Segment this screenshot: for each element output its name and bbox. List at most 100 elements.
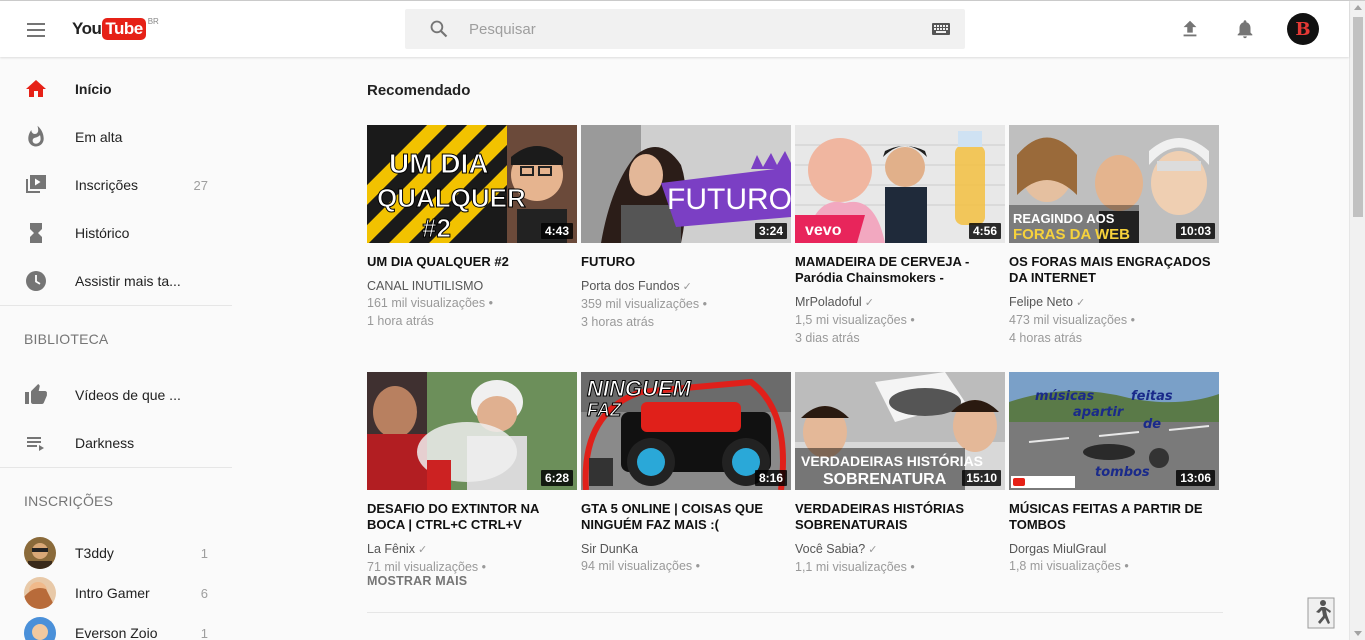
thumbnail-text: tombos — [1095, 465, 1150, 480]
video-thumbnail[interactable]: VERDADEIRAS HISTÓRIAS SOBRENATURA 15:10 — [795, 372, 1005, 490]
channel-name[interactable]: MrPoladoful ✓ — [795, 294, 1005, 311]
main-content: Recomendado UM DIA QUALQUER #2 4:43 UM D… — [232, 57, 1349, 640]
home-icon — [26, 80, 46, 97]
video-age: 3 horas atrás — [581, 315, 654, 329]
video-thumbnail[interactable]: FUTURO 3:24 — [581, 125, 791, 243]
video-age: 4 horas atrás — [1009, 331, 1082, 345]
thumbnail-text: músicas — [1035, 389, 1094, 404]
scroll-up-arrow-icon[interactable] — [1354, 5, 1362, 10]
guide-menu-icon[interactable] — [24, 18, 48, 42]
verified-check-icon: ✓ — [1075, 297, 1086, 309]
sidebar-item-watch-later[interactable]: Assistir mais ta... — [0, 257, 232, 305]
search-input[interactable] — [469, 9, 909, 49]
video-title[interactable]: GTA 5 ONLINE | COISAS QUE NINGUÉM FAZ MA… — [581, 501, 791, 533]
account-avatar[interactable]: B — [1287, 13, 1319, 45]
subscriptions-heading: INSCRIÇÕES — [24, 493, 114, 509]
channel-name[interactable]: Você Sabia? ✓ — [795, 541, 1005, 558]
sidebar-item-home[interactable]: Início — [0, 65, 232, 113]
video-title[interactable]: MÚSICAS FEITAS A PARTIR DE TOMBOS — [1009, 501, 1219, 533]
verified-check-icon: ✓ — [417, 544, 428, 556]
video-thumbnail[interactable]: músicas feitas apartir de tombos 13:06 — [1009, 372, 1219, 490]
video-thumbnail[interactable]: 6:28 — [367, 372, 577, 490]
video-card[interactable]: REAGINDO AOS FORAS DA WEB 10:03 OS FORAS… — [1009, 125, 1219, 347]
video-thumbnail[interactable]: UM DIA QUALQUER #2 4:43 — [367, 125, 577, 243]
trending-flame-icon — [28, 125, 44, 147]
video-card[interactable]: UM DIA QUALQUER #2 4:43 UM DIA QUALQUER … — [367, 125, 577, 330]
vevo-logo: vevo — [805, 222, 842, 239]
video-title[interactable]: OS FORAS MAIS ENGRAÇADOS DA INTERNET — [1009, 254, 1219, 286]
channel-name[interactable]: CANAL INUTILISMO — [367, 278, 577, 294]
video-views: 1,5 mi visualizações • — [795, 313, 915, 327]
video-thumbnail[interactable]: NINGUEM FAZ 8:16 — [581, 372, 791, 490]
thumbnail-text: #2 — [422, 213, 451, 243]
channel-name[interactable]: Sir DunKa — [581, 541, 791, 557]
sidebar-item-liked-videos[interactable]: Vídeos de que ... — [0, 371, 232, 419]
sidebar-subscription-everson-zoio[interactable]: Everson Zoio 1 — [0, 609, 232, 640]
channel-avatar — [24, 577, 56, 609]
video-card[interactable]: 6:28 DESAFIO DO EXTINTOR NA BOCA | CTRL+… — [367, 372, 577, 576]
channel-avatar — [24, 617, 56, 640]
video-title[interactable]: UM DIA QUALQUER #2 — [367, 254, 577, 270]
sidebar-item-history[interactable]: Histórico — [0, 209, 232, 257]
thumbnail-text: de — [1143, 417, 1161, 432]
scroll-down-arrow-icon[interactable] — [1354, 631, 1362, 636]
search-icon[interactable] — [429, 19, 449, 39]
video-duration: 4:56 — [968, 223, 1001, 239]
exit-running-man-icon[interactable] — [1306, 596, 1336, 630]
video-title[interactable]: DESAFIO DO EXTINTOR NA BOCA | CTRL+C CTR… — [367, 501, 577, 533]
show-more-button[interactable]: MOSTRAR MAIS — [367, 574, 467, 588]
video-duration: 4:43 — [540, 223, 573, 239]
channel-name[interactable]: Porta dos Fundos ✓ — [581, 278, 791, 295]
masthead: You Tube BR B — [0, 1, 1349, 57]
watch-later-clock-icon — [26, 271, 46, 291]
video-card[interactable]: vevo 4:56 MAMADEIRA DE CERVEJA - Paródia… — [795, 125, 1005, 347]
video-views: 161 mil visualizações • — [367, 296, 493, 310]
subscriptions-icon — [26, 175, 46, 193]
video-views: 94 mil visualizações • — [581, 559, 701, 573]
sidebar-divider — [0, 467, 232, 468]
scrollbar-thumb[interactable] — [1353, 17, 1363, 217]
video-age: 3 dias atrás — [795, 331, 860, 345]
video-views: 1,1 mi visualizações • — [795, 560, 915, 574]
subscriptions-count: 27 — [193, 177, 208, 193]
page-scrollbar[interactable] — [1349, 1, 1365, 640]
history-hourglass-icon — [30, 223, 42, 243]
notifications-bell-icon[interactable] — [1234, 17, 1256, 41]
video-duration: 13:06 — [1176, 470, 1215, 486]
search-box — [405, 9, 965, 49]
video-duration: 15:10 — [962, 470, 1001, 486]
video-card[interactable]: NINGUEM FAZ 8:16 GTA 5 ONLINE | COISAS Q… — [581, 372, 791, 575]
thumbnail-text: REAGINDO AOS — [1013, 211, 1115, 226]
video-views: 359 mil visualizações • — [581, 297, 707, 311]
video-card[interactable]: VERDADEIRAS HISTÓRIAS SOBRENATURA 15:10 … — [795, 372, 1005, 576]
thumbs-up-icon — [25, 384, 47, 404]
thumbnail-text: QUALQUER — [377, 183, 526, 213]
keyboard-icon[interactable] — [932, 23, 950, 35]
thumbnail-text: FUTURO — [667, 183, 791, 216]
thumbnail-text: apartir — [1073, 405, 1125, 420]
video-title[interactable]: MAMADEIRA DE CERVEJA - Paródia Chainsmok… — [795, 254, 1005, 286]
video-card[interactable]: músicas feitas apartir de tombos 13:06 M… — [1009, 372, 1219, 575]
verified-check-icon: ✓ — [868, 544, 878, 556]
sidebar-item-subscriptions[interactable]: Inscrições 27 — [0, 161, 232, 209]
channel-name[interactable]: Dorgas MiulGraul — [1009, 541, 1219, 557]
upload-icon[interactable] — [1179, 18, 1201, 40]
channel-name[interactable]: La Fênix ✓ — [367, 541, 577, 558]
channel-name[interactable]: Felipe Neto ✓ — [1009, 294, 1219, 311]
playlist-icon — [27, 437, 44, 451]
video-thumbnail[interactable]: vevo 4:56 — [795, 125, 1005, 243]
video-title[interactable]: FUTURO — [581, 254, 791, 270]
video-card[interactable]: FUTURO 3:24 FUTURO Porta dos Fundos ✓ 359… — [581, 125, 791, 331]
sidebar-item-playlist-darkness[interactable]: Darkness — [0, 419, 232, 467]
youtube-logo[interactable]: You Tube BR — [72, 17, 159, 40]
region-code: BR — [147, 17, 159, 26]
guide-sidebar: Início Em alta Inscrições 27 Histórico A… — [0, 57, 232, 640]
thumbnail-text: SOBRENATURA — [823, 471, 947, 488]
sidebar-divider — [0, 305, 232, 306]
thumbnail-text: UM DIA — [389, 148, 489, 179]
sidebar-item-trending[interactable]: Em alta — [0, 113, 232, 161]
video-duration: 8:16 — [754, 470, 787, 486]
video-title[interactable]: VERDADEIRAS HISTÓRIAS SOBRENATURAIS — [795, 501, 1005, 533]
thumbnail-text: NINGUEM — [587, 376, 692, 401]
video-thumbnail[interactable]: REAGINDO AOS FORAS DA WEB 10:03 — [1009, 125, 1219, 243]
